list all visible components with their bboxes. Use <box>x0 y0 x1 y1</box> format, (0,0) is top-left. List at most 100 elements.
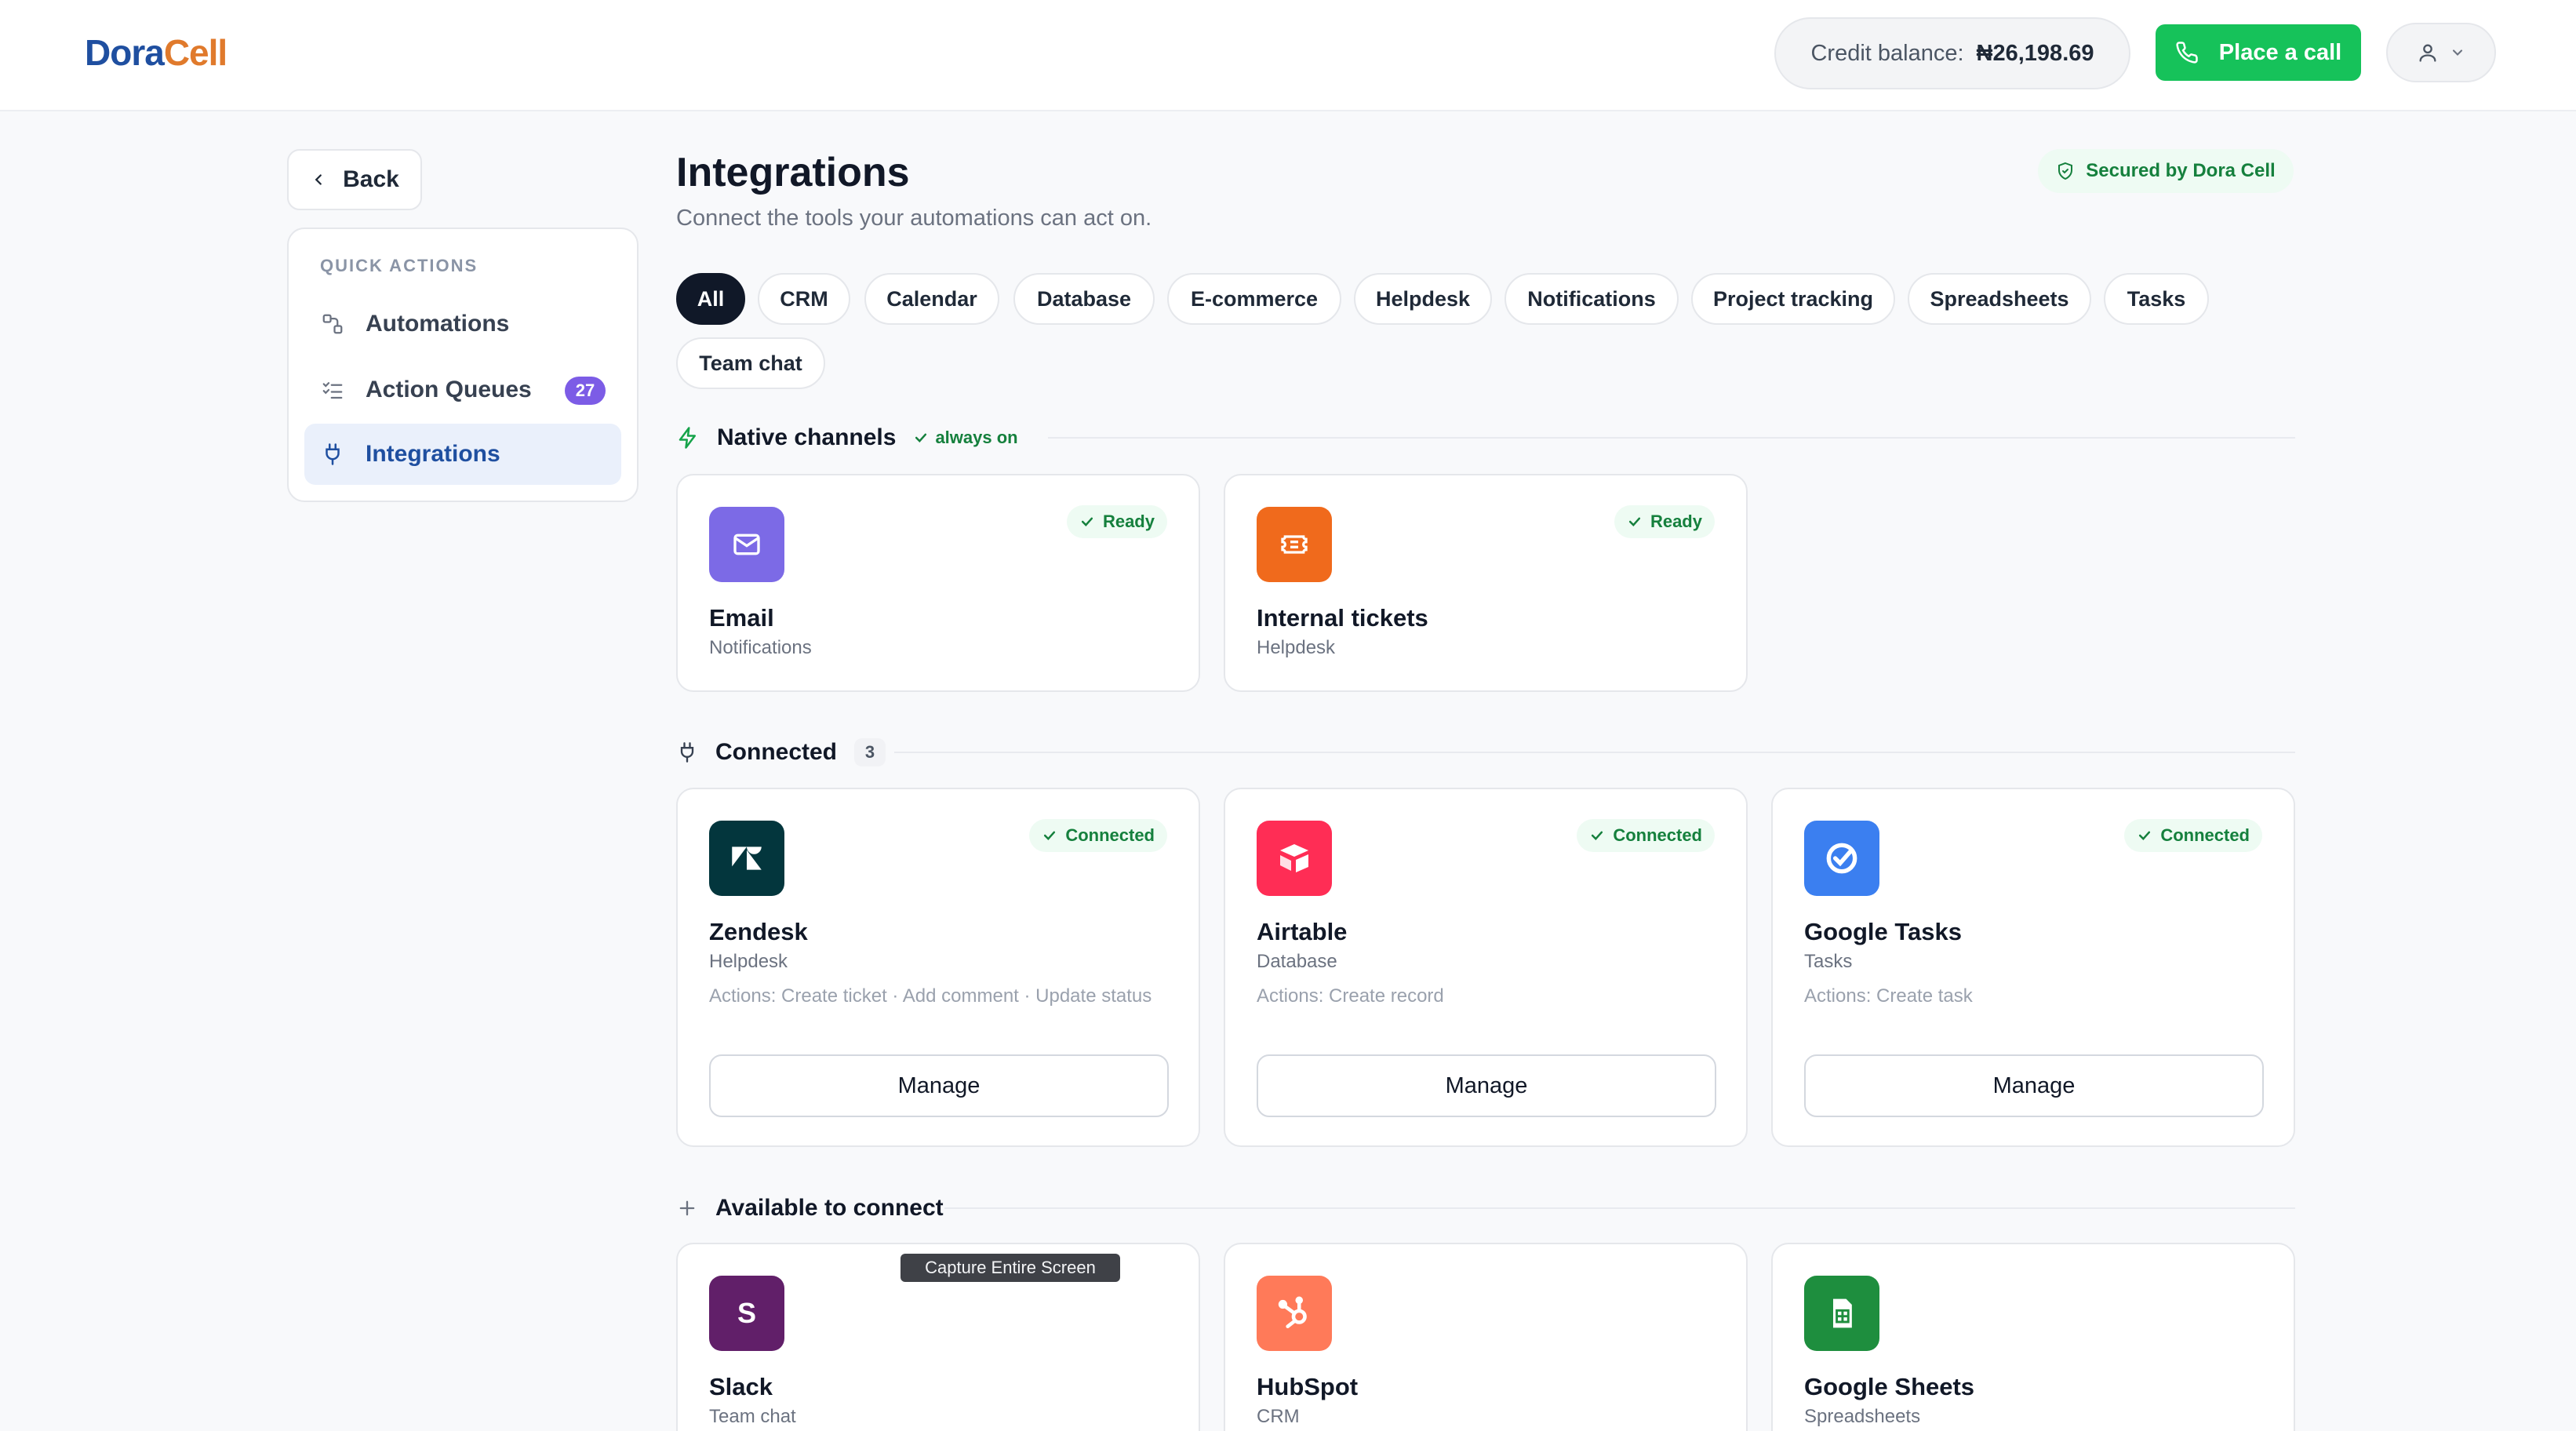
logo-part-2: Cell <box>163 32 227 73</box>
secured-label: Secured by Dora Cell <box>2086 160 2276 181</box>
bolt-icon <box>679 427 696 449</box>
chevron-left-icon <box>315 174 322 185</box>
integration-card-zendesk: Connected Zendesk Helpdesk Actions: Crea… <box>676 788 1200 1147</box>
user-menu-button[interactable] <box>2386 23 2496 82</box>
always-on-label: always on <box>935 428 1018 447</box>
filter-chip-crm[interactable]: CRM <box>758 273 850 325</box>
sidebar-item-label: Action Queues <box>366 377 532 402</box>
ticket-icon <box>1257 507 1332 582</box>
integration-category: Spreadsheets <box>1804 1406 1921 1427</box>
sidebar-item-label: Automations <box>366 311 510 337</box>
check-icon <box>1044 831 1056 840</box>
section-divider <box>894 752 2295 753</box>
integration-category: Helpdesk <box>709 951 788 972</box>
connected-header: Connected 3 <box>676 735 886 770</box>
integration-card-internal-tickets[interactable]: Ready Internal tickets Helpdesk <box>1224 474 1748 692</box>
available-header: Available to connect <box>676 1191 944 1225</box>
filter-chip-calendar[interactable]: Calendar <box>864 273 999 325</box>
section-divider <box>1048 437 2295 439</box>
page-title: Integrations <box>676 150 910 195</box>
plus-icon <box>679 1200 695 1216</box>
integration-card-email[interactable]: Ready Email Notifications <box>676 474 1200 692</box>
section-title: Connected <box>715 739 838 765</box>
integration-category: Tasks <box>1804 951 1853 972</box>
integration-name: Internal tickets <box>1257 604 1428 632</box>
sheets-icon <box>1804 1276 1879 1351</box>
filter-chip-project-tracking[interactable]: Project tracking <box>1691 273 1895 325</box>
manage-button[interactable]: Manage <box>709 1054 1169 1117</box>
integration-name: Zendesk <box>709 918 808 945</box>
status-label: Ready <box>1650 512 1702 531</box>
status-badge: Ready <box>1614 505 1715 538</box>
credit-balance: Credit balance: ₦26,198.69 <box>1774 17 2130 89</box>
integration-name: Airtable <box>1257 918 1348 945</box>
plug-icon <box>680 742 694 763</box>
phone-icon <box>2176 42 2198 64</box>
manage-button[interactable]: Manage <box>1804 1054 2264 1117</box>
check-icon <box>1081 517 1093 526</box>
google-tasks-icon <box>1804 821 1879 896</box>
status-badge: Connected <box>2124 819 2262 852</box>
place-call-label: Place a call <box>2218 39 2342 65</box>
status-badge: Connected <box>1577 819 1715 852</box>
filter-chip-tasks[interactable]: Tasks <box>2104 273 2209 325</box>
integration-card-hubspot[interactable]: HubSpot CRM <box>1224 1243 1748 1431</box>
integration-actions: Actions: Create record <box>1257 985 1444 1007</box>
integration-category: Helpdesk <box>1257 637 1336 658</box>
sidebar-item-action-queues[interactable]: Action Queues 27 <box>304 359 621 421</box>
page-subtitle: Connect the tools your automations can a… <box>676 206 1152 231</box>
quick-actions-panel: QUICK ACTIONS Automations Action Queues … <box>287 228 639 502</box>
status-badge: Connected <box>1029 819 1167 852</box>
place-call-button[interactable]: Place a call <box>2156 24 2361 81</box>
status-badge: Ready <box>1066 505 1167 538</box>
status-label: Connected <box>1065 825 1155 845</box>
integration-card-google-sheets[interactable]: Google Sheets Spreadsheets <box>1771 1243 2295 1431</box>
filter-chip-notifications[interactable]: Notifications <box>1504 273 1679 325</box>
capture-tooltip: Capture Entire Screen <box>901 1254 1120 1282</box>
filter-chip-database[interactable]: Database <box>1013 273 1155 325</box>
integration-name: Google Sheets <box>1804 1373 1975 1400</box>
sidebar-item-automations[interactable]: Automations <box>304 293 621 355</box>
integration-actions: Actions: Create ticket · Add comment · U… <box>709 985 1152 1007</box>
manage-button[interactable]: Manage <box>1257 1054 1716 1117</box>
integration-category: Team chat <box>709 1406 796 1427</box>
checklist-icon <box>318 376 347 404</box>
filter-chip-ecommerce[interactable]: E-commerce <box>1167 273 1341 325</box>
logo[interactable]: DoraCell <box>85 31 227 74</box>
integration-category: Database <box>1257 951 1337 972</box>
filter-chip-helpdesk[interactable]: Helpdesk <box>1354 273 1492 325</box>
back-button[interactable]: Back <box>287 149 422 210</box>
top-bar: DoraCell Credit balance: ₦26,198.69 Plac… <box>0 0 2576 111</box>
always-on-pill: always on <box>913 428 1018 448</box>
check-icon <box>1592 831 1603 840</box>
integration-name: HubSpot <box>1257 1373 1359 1400</box>
shield-check-icon <box>2058 162 2073 180</box>
back-label: Back <box>343 166 399 192</box>
check-icon <box>2139 831 2151 840</box>
slack-icon-letter: S <box>737 1297 756 1329</box>
check-icon <box>915 433 927 442</box>
filter-chip-all[interactable]: All <box>676 273 745 325</box>
mail-icon <box>709 507 784 582</box>
section-title: Available to connect <box>715 1195 944 1221</box>
filter-chip-spreadsheets[interactable]: Spreadsheets <box>1908 273 2091 325</box>
integration-name: Google Tasks <box>1804 918 1962 945</box>
integration-card-airtable: Connected Airtable Database Actions: Cre… <box>1224 788 1748 1147</box>
quick-actions-title: QUICK ACTIONS <box>320 256 478 275</box>
queue-count-badge: 27 <box>565 377 606 405</box>
integration-name: Email <box>709 604 774 632</box>
sidebar-item-integrations[interactable]: Integrations <box>304 424 621 485</box>
status-label: Connected <box>2160 825 2250 845</box>
section-divider <box>944 1207 2295 1209</box>
status-label: Connected <box>1613 825 1702 845</box>
integration-card-google-tasks: Connected Google Tasks Tasks Actions: Cr… <box>1771 788 2295 1147</box>
integration-category: Notifications <box>709 637 812 658</box>
check-icon <box>1628 517 1641 526</box>
hubspot-icon <box>1257 1276 1332 1351</box>
user-icon <box>2419 44 2436 62</box>
filter-chip-team-chat[interactable]: Team chat <box>676 337 825 389</box>
credit-label: Credit balance: <box>1810 40 1964 66</box>
native-channels-header: Native channels always on <box>676 421 1018 455</box>
plug-icon <box>318 440 347 468</box>
automations-icon <box>318 310 347 338</box>
